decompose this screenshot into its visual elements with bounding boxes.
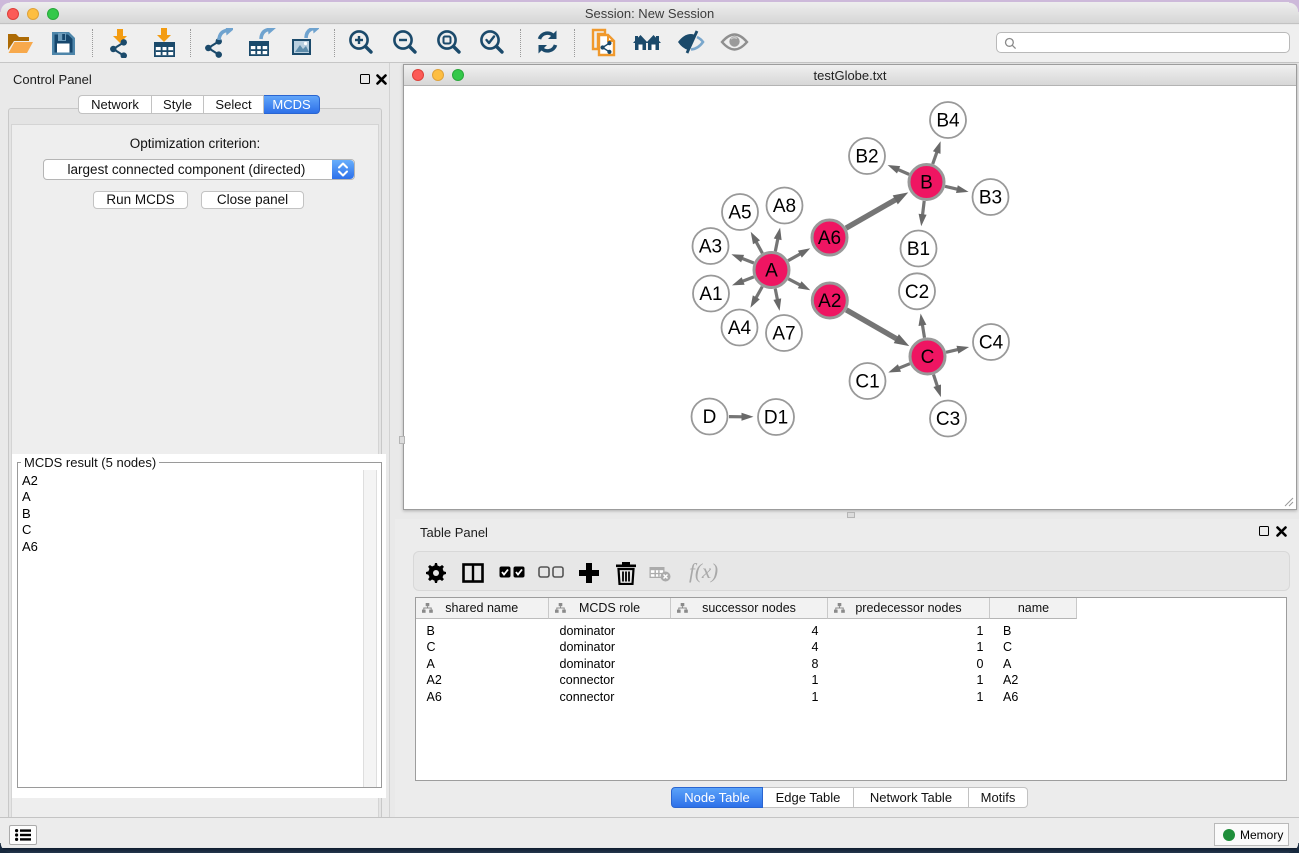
svg-text:B4: B4 — [936, 111, 960, 132]
svg-text:D1: D1 — [764, 408, 788, 429]
svg-text:A6: A6 — [818, 228, 841, 249]
svg-text:A8: A8 — [773, 196, 796, 217]
svg-text:C: C — [921, 347, 935, 368]
svg-text:C1: C1 — [855, 372, 879, 393]
svg-text:A: A — [765, 261, 778, 282]
svg-text:A3: A3 — [699, 237, 722, 258]
svg-text:C3: C3 — [936, 409, 960, 430]
svg-text:B3: B3 — [979, 188, 1002, 209]
svg-text:C4: C4 — [979, 333, 1004, 354]
svg-text:A2: A2 — [818, 291, 841, 312]
svg-text:A7: A7 — [772, 324, 795, 345]
svg-text:B2: B2 — [855, 147, 878, 168]
svg-text:B: B — [920, 173, 933, 194]
svg-text:A4: A4 — [728, 318, 752, 339]
svg-text:B1: B1 — [907, 239, 930, 260]
svg-text:C2: C2 — [905, 282, 929, 303]
svg-text:A5: A5 — [728, 203, 751, 224]
svg-text:D: D — [703, 407, 717, 428]
svg-text:A1: A1 — [699, 284, 722, 305]
